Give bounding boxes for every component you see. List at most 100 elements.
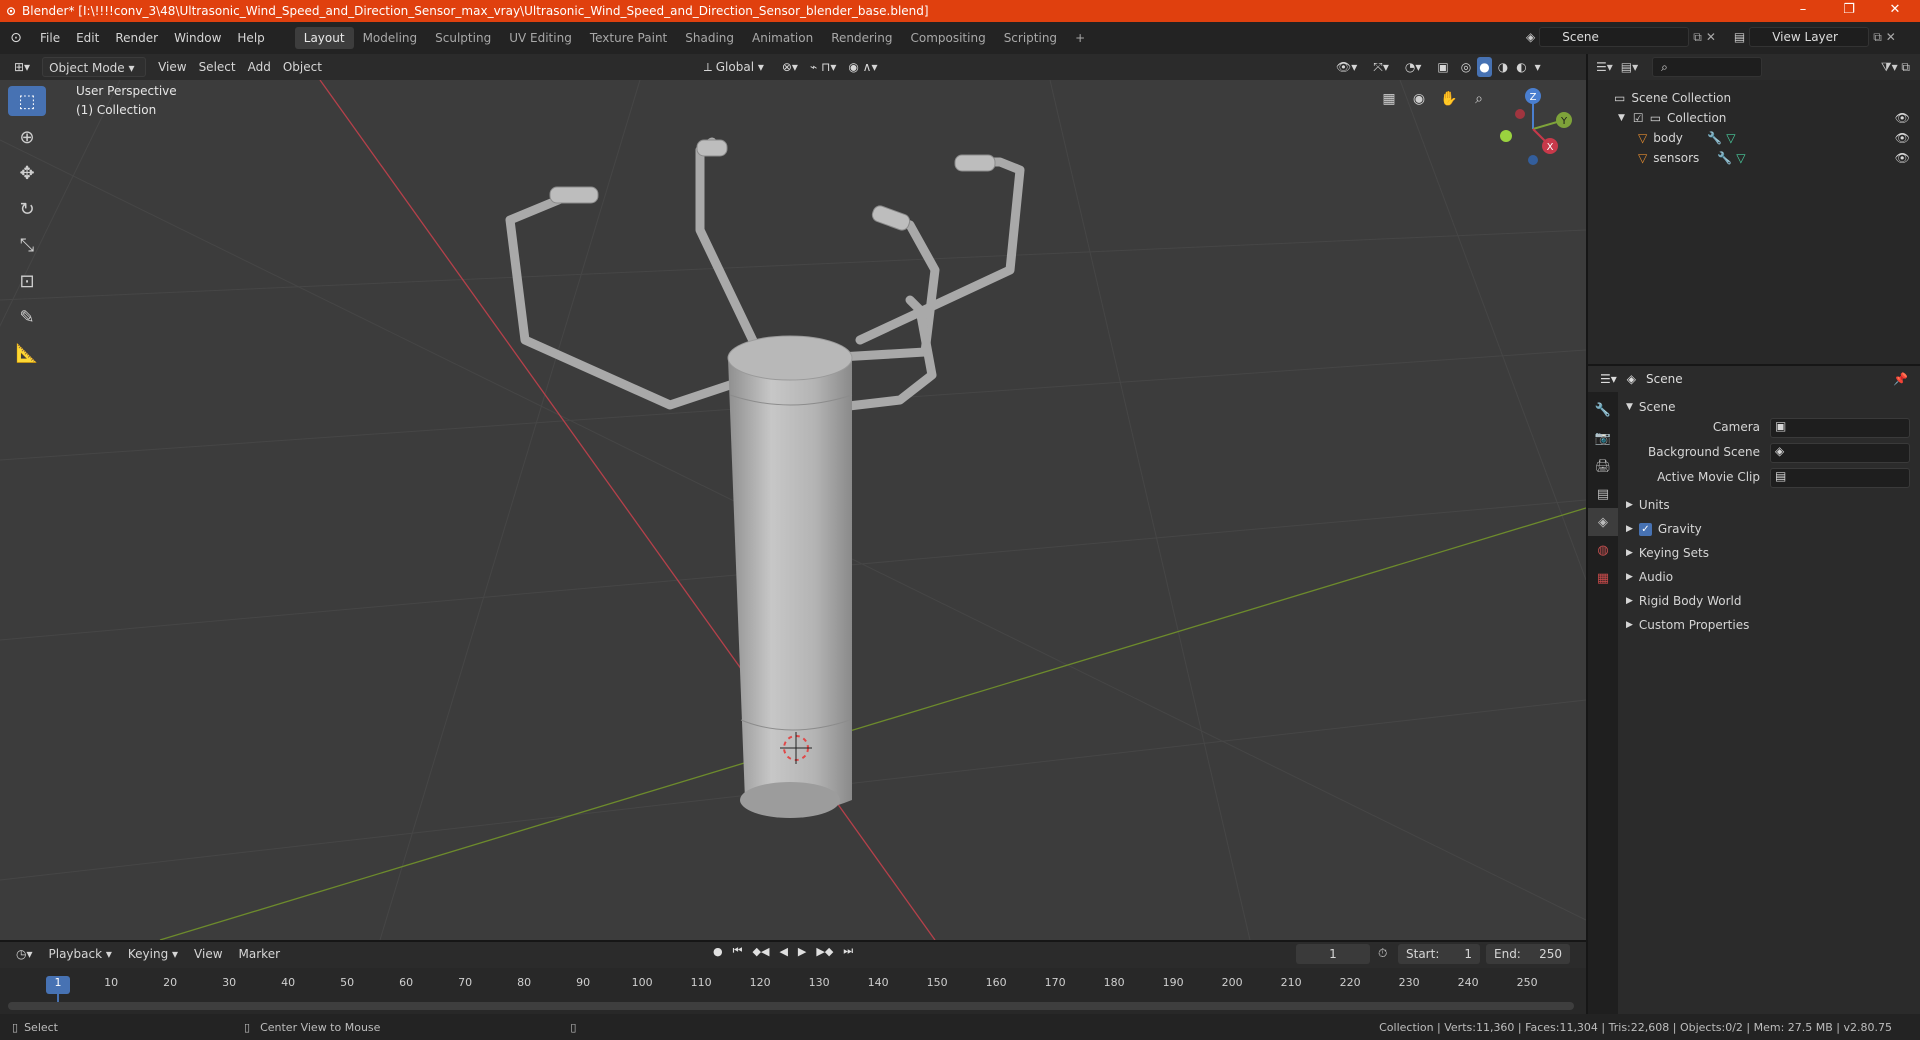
background-scene-field[interactable]: ◈: [1770, 443, 1910, 463]
tab-animation[interactable]: Animation: [743, 27, 822, 49]
move-tool-icon[interactable]: ✥: [8, 158, 46, 188]
tab-rendering[interactable]: Rendering: [822, 27, 901, 49]
add-workspace-button[interactable]: +: [1066, 27, 1094, 49]
playback-menu[interactable]: Playback ▾: [43, 944, 118, 964]
play-reverse-icon[interactable]: ◀: [776, 945, 790, 958]
menu-file[interactable]: File: [32, 27, 68, 49]
gravity-checkbox[interactable]: ✓: [1638, 522, 1652, 536]
view-layer-selector[interactable]: View Layer: [1749, 27, 1870, 47]
tab-shading[interactable]: Shading: [676, 27, 743, 49]
cursor-tool-icon[interactable]: ⊕: [8, 122, 46, 152]
gravity-section[interactable]: ▶ ✓ Gravity: [1626, 518, 1702, 540]
tab-scripting[interactable]: Scripting: [995, 27, 1066, 49]
outliner-scene-collection[interactable]: ▭ Scene Collection: [1588, 88, 1920, 108]
camera-view-icon[interactable]: ◉: [1406, 86, 1432, 112]
tab-texture-paint[interactable]: Texture Paint: [581, 27, 676, 49]
scale-tool-icon[interactable]: ⤡: [8, 230, 46, 260]
blender-menu-icon[interactable]: ⊙: [0, 30, 32, 46]
filter-icon[interactable]: ⧩▾ ⧉: [1881, 60, 1910, 75]
snap-icon[interactable]: ⌁ ⊓▾: [804, 57, 842, 77]
proportional-edit-icon[interactable]: ◉ ∧▾: [842, 57, 883, 77]
menu-edit[interactable]: Edit: [68, 27, 107, 49]
jump-start-icon[interactable]: ⏮: [730, 944, 746, 958]
shading-options-icon[interactable]: ▾: [1533, 57, 1543, 77]
new-view-layer-icon[interactable]: ⧉: [1873, 30, 1882, 45]
timeline-editor-icon[interactable]: ◷▾: [10, 944, 39, 964]
editor-type-icon[interactable]: ⊞▾: [8, 57, 36, 77]
gizmo-toggle-icon[interactable]: ⤧▾: [1367, 57, 1395, 77]
outliner-item-body[interactable]: ▽ body 🔧 ▽ 👁: [1588, 128, 1920, 148]
menu-add[interactable]: Add: [242, 57, 277, 77]
audio-section[interactable]: ▶ Audio: [1626, 566, 1673, 588]
view-layer-tab-icon[interactable]: ▤: [1588, 480, 1618, 508]
material-shading-icon[interactable]: ◑: [1496, 57, 1510, 77]
outliner-collection[interactable]: ▼ ☑ ▭ Collection 👁: [1588, 108, 1920, 128]
stopwatch-icon[interactable]: ⏱: [1378, 946, 1387, 961]
pan-view-icon[interactable]: ✋: [1436, 86, 1462, 112]
menu-select[interactable]: Select: [193, 57, 242, 77]
record-icon[interactable]: ●: [710, 945, 726, 958]
outliner-search-input[interactable]: ⌕: [1652, 57, 1763, 77]
menu-render[interactable]: Render: [107, 27, 166, 49]
rigid-body-world-section[interactable]: ▶ Rigid Body World: [1626, 590, 1741, 612]
timeline-view-menu[interactable]: View: [188, 944, 228, 964]
scene-selector[interactable]: Scene: [1539, 27, 1690, 47]
eye-icon[interactable]: 👁: [1895, 111, 1910, 125]
pin-icon[interactable]: 📌: [1893, 372, 1908, 386]
rotate-tool-icon[interactable]: ↻: [8, 194, 46, 224]
timeline-scrollbar[interactable]: [8, 1002, 1574, 1010]
expand-arrow-icon[interactable]: ▼: [1618, 113, 1625, 123]
frame-ruler[interactable]: 1 10 20 30 40 50 60 70 80 90 100 110 120 130 140 150 160…: [0, 968, 1586, 1014]
play-icon[interactable]: ▶: [795, 945, 809, 958]
scene-panel-header[interactable]: ▼ Scene: [1626, 396, 1676, 418]
outliner-editor-icon[interactable]: ☰▾: [1596, 60, 1613, 74]
next-keyframe-icon[interactable]: ▶◆: [813, 945, 836, 958]
checkbox-icon[interactable]: ☑: [1633, 111, 1644, 125]
tab-modeling[interactable]: Modeling: [354, 27, 427, 49]
wireframe-shading-icon[interactable]: ◎: [1459, 57, 1473, 77]
minimize-button[interactable]: –: [1780, 0, 1826, 22]
active-movie-clip-field[interactable]: ▤: [1770, 468, 1910, 488]
properties-editor-icon[interactable]: ☰▾: [1600, 372, 1617, 386]
prev-keyframe-icon[interactable]: ◆◀: [750, 945, 773, 958]
new-scene-icon[interactable]: ⧉: [1693, 30, 1702, 45]
tab-uv-editing[interactable]: UV Editing: [500, 27, 581, 49]
output-tab-icon[interactable]: 🖨: [1588, 452, 1618, 480]
scene-tab-icon[interactable]: ◈: [1588, 508, 1618, 536]
xray-icon[interactable]: ▣: [1431, 57, 1454, 77]
display-mode-icon[interactable]: ▤▾: [1621, 60, 1638, 74]
menu-object[interactable]: Object: [277, 57, 328, 77]
delete-view-layer-icon[interactable]: ✕: [1886, 30, 1896, 44]
world-tab-icon[interactable]: ◍: [1588, 536, 1618, 564]
delete-scene-icon[interactable]: ✕: [1706, 30, 1716, 44]
tab-sculpting[interactable]: Sculpting: [426, 27, 500, 49]
close-button[interactable]: ✕: [1872, 0, 1918, 22]
keying-menu[interactable]: Keying ▾: [122, 944, 184, 964]
mode-selector[interactable]: Object Mode ▾: [42, 57, 147, 77]
keying-sets-section[interactable]: ▶ Keying Sets: [1626, 542, 1709, 564]
tab-compositing[interactable]: Compositing: [901, 27, 994, 49]
units-section[interactable]: ▶ Units: [1626, 494, 1670, 516]
menu-help[interactable]: Help: [229, 27, 272, 49]
menu-window[interactable]: Window: [166, 27, 229, 49]
tab-layout[interactable]: Layout: [294, 27, 354, 49]
eye-icon[interactable]: 👁: [1895, 131, 1910, 145]
orientation-selector[interactable]: ⟂ Global ▾: [698, 57, 770, 77]
select-box-tool-icon[interactable]: ⬚: [8, 86, 46, 116]
restore-button[interactable]: ❐: [1826, 0, 1872, 22]
measure-tool-icon[interactable]: 📐: [8, 338, 46, 368]
tool-tab-icon[interactable]: 🔧: [1588, 396, 1618, 424]
3d-viewport[interactable]: User Perspective (1) Collection ▦ ◉ ✋ ⌕ …: [0, 80, 1586, 940]
transform-tool-icon[interactable]: ⊡: [8, 266, 46, 296]
overlay-toggle-icon[interactable]: ◔▾: [1399, 57, 1428, 77]
end-frame-field[interactable]: End: 250: [1486, 944, 1570, 964]
jump-end-icon[interactable]: ⏭: [840, 944, 856, 958]
render-tab-icon[interactable]: 📷: [1588, 424, 1618, 452]
menu-view[interactable]: View: [152, 57, 192, 77]
marker-menu[interactable]: Marker: [233, 944, 286, 964]
toggle-ortho-icon[interactable]: ▦: [1376, 86, 1402, 112]
outliner-item-sensors[interactable]: ▽ sensors 🔧 ▽ 👁: [1588, 148, 1920, 168]
camera-field[interactable]: ▣: [1770, 418, 1910, 438]
current-frame-field[interactable]: 1: [1296, 944, 1370, 964]
navigation-gizmo[interactable]: Z Y X: [1488, 84, 1578, 174]
